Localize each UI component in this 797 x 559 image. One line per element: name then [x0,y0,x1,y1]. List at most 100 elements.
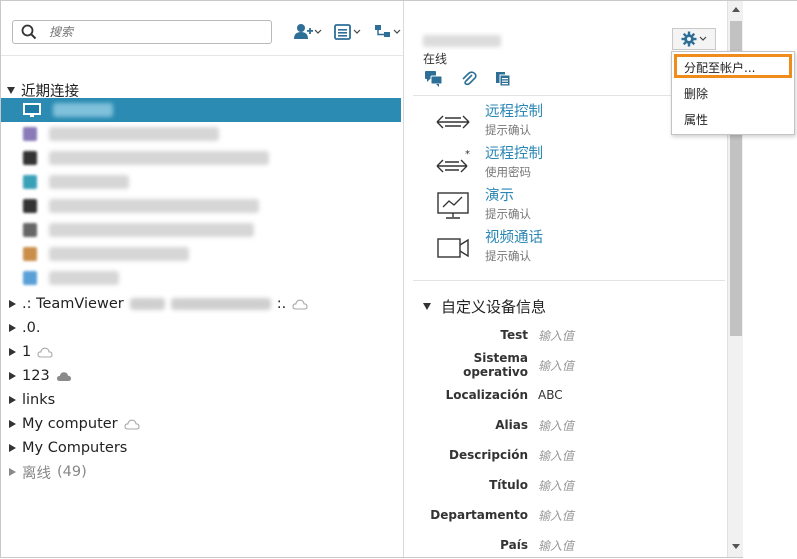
blurred-device-name [53,103,113,117]
property-row: Título 输入值 [405,475,727,495]
toolbar-divider [1,55,403,56]
recent-connection-row[interactable] [1,98,401,122]
menu-item-assign-to-account[interactable]: 分配至帐户... [684,57,755,77]
connection-action[interactable]: 演示 提示确认 [435,187,531,222]
connection-action[interactable]: 远程控制 提示确认 [435,103,543,138]
property-row: Sistema operativo 输入值 [405,351,727,379]
avatar [23,223,37,237]
scroll-down-arrow-icon[interactable] [732,544,740,549]
expand-arrow-icon [9,420,16,428]
group-row[interactable]: 1 [9,341,53,363]
remote-control-password-icon: * [435,149,471,179]
expand-arrow-icon [9,444,16,452]
search-box[interactable] [12,20,272,44]
connection-action[interactable]: * 远程控制 使用密码 [435,145,543,180]
recent-connection-row[interactable] [1,122,401,146]
custom-info-title: 自定义设备信息 [441,298,547,316]
property-value-field[interactable]: 输入值 [538,327,574,344]
group-label: 离线 [22,465,51,482]
avatar [23,271,37,285]
blurred-device-name [49,271,119,285]
blurred-group-text [170,298,271,310]
property-value-field[interactable]: 输入值 [538,477,574,494]
recent-connection-row[interactable] [1,218,401,242]
file-transfer-icon[interactable] [495,71,511,87]
group-row[interactable]: 离线 (49) [9,461,87,483]
group-row[interactable]: .: TeamViewer:. [9,293,308,315]
settings-context-menu: 分配至帐户... 删除 属性 [671,51,795,135]
group-row[interactable]: links [9,389,55,411]
action-subtitle: 提示确认 [485,249,531,263]
attachment-icon[interactable] [461,71,477,87]
property-row: Localización ABC [405,385,727,405]
avatar [23,199,37,213]
action-title[interactable]: 远程控制 [485,145,543,164]
settings-dropdown-button[interactable] [672,28,716,50]
action-title[interactable]: 远程控制 [485,103,543,122]
avatar [23,127,37,141]
action-subtitle: 提示确认 [485,207,531,221]
presentation-icon [435,191,471,221]
property-key: Test [500,328,528,342]
group-structure-button[interactable] [373,21,403,43]
expand-arrow-icon [9,348,16,356]
group-label-suffix: :. [276,296,287,312]
group-row[interactable]: 123 [9,365,72,387]
property-key: Título [489,478,528,492]
device-name-blurred [423,35,501,47]
property-value-field[interactable]: ABC [538,388,563,402]
cloud-icon [37,347,53,358]
blurred-device-name [49,127,219,141]
blurred-device-name [49,199,259,213]
connection-action[interactable]: 视频通话 提示确认 [435,229,543,264]
scroll-up-arrow-icon[interactable] [732,7,740,12]
property-row: Descripción 输入值 [405,445,727,465]
group-row[interactable]: My computer [9,413,140,435]
property-value-field[interactable]: 输入值 [538,537,574,554]
search-input[interactable] [49,23,259,41]
group-row[interactable]: .0. [9,317,40,339]
cloud-icon [292,299,308,310]
recent-connection-row[interactable] [1,194,401,218]
video-call-icon [435,233,471,263]
property-value-field[interactable]: 输入值 [538,357,574,374]
expand-arrow-icon [9,396,16,404]
recent-connection-row[interactable] [1,170,401,194]
svg-text:*: * [465,149,470,160]
property-row: Test 输入值 [405,325,727,345]
chat-icon[interactable] [425,71,443,87]
expand-arrow-icon [9,468,16,476]
blurred-group-text [129,298,165,310]
menu-item-delete[interactable]: 删除 [684,83,708,103]
add-contact-button[interactable] [293,21,323,43]
group-row[interactable]: My Computers [9,437,127,459]
gear-icon [681,31,697,47]
list-view-button[interactable] [333,21,363,43]
blurred-device-name [49,223,254,237]
recent-connection-row[interactable] [1,146,401,170]
hierarchy-icon [375,25,401,37]
quick-action-icons [425,71,511,87]
actions-divider [413,280,725,281]
group-label: My Computers [22,440,128,456]
group-label: My computer [22,416,118,432]
property-row: Alias 输入值 [405,415,727,435]
property-value-field[interactable]: 输入值 [538,447,574,464]
recent-connection-row[interactable] [1,242,401,266]
property-value-field[interactable]: 输入值 [538,417,574,434]
property-key: Descripción [449,448,528,462]
property-row: Departamento 输入值 [405,505,727,525]
custom-info-header[interactable]: 自定义设备信息 [423,296,546,317]
remote-control-icon [435,107,471,137]
recent-connection-row[interactable] [1,266,401,290]
action-title[interactable]: 视频通话 [485,229,543,248]
property-value-field[interactable]: 输入值 [538,507,574,524]
menu-item-properties[interactable]: 属性 [684,109,708,129]
add-user-icon [294,24,322,39]
cloud-icon [124,419,140,430]
blurred-device-name [49,247,189,261]
action-title[interactable]: 演示 [485,187,531,206]
collapse-arrow-icon [7,87,15,94]
blurred-device-name [49,151,269,165]
group-label: links [22,392,56,408]
